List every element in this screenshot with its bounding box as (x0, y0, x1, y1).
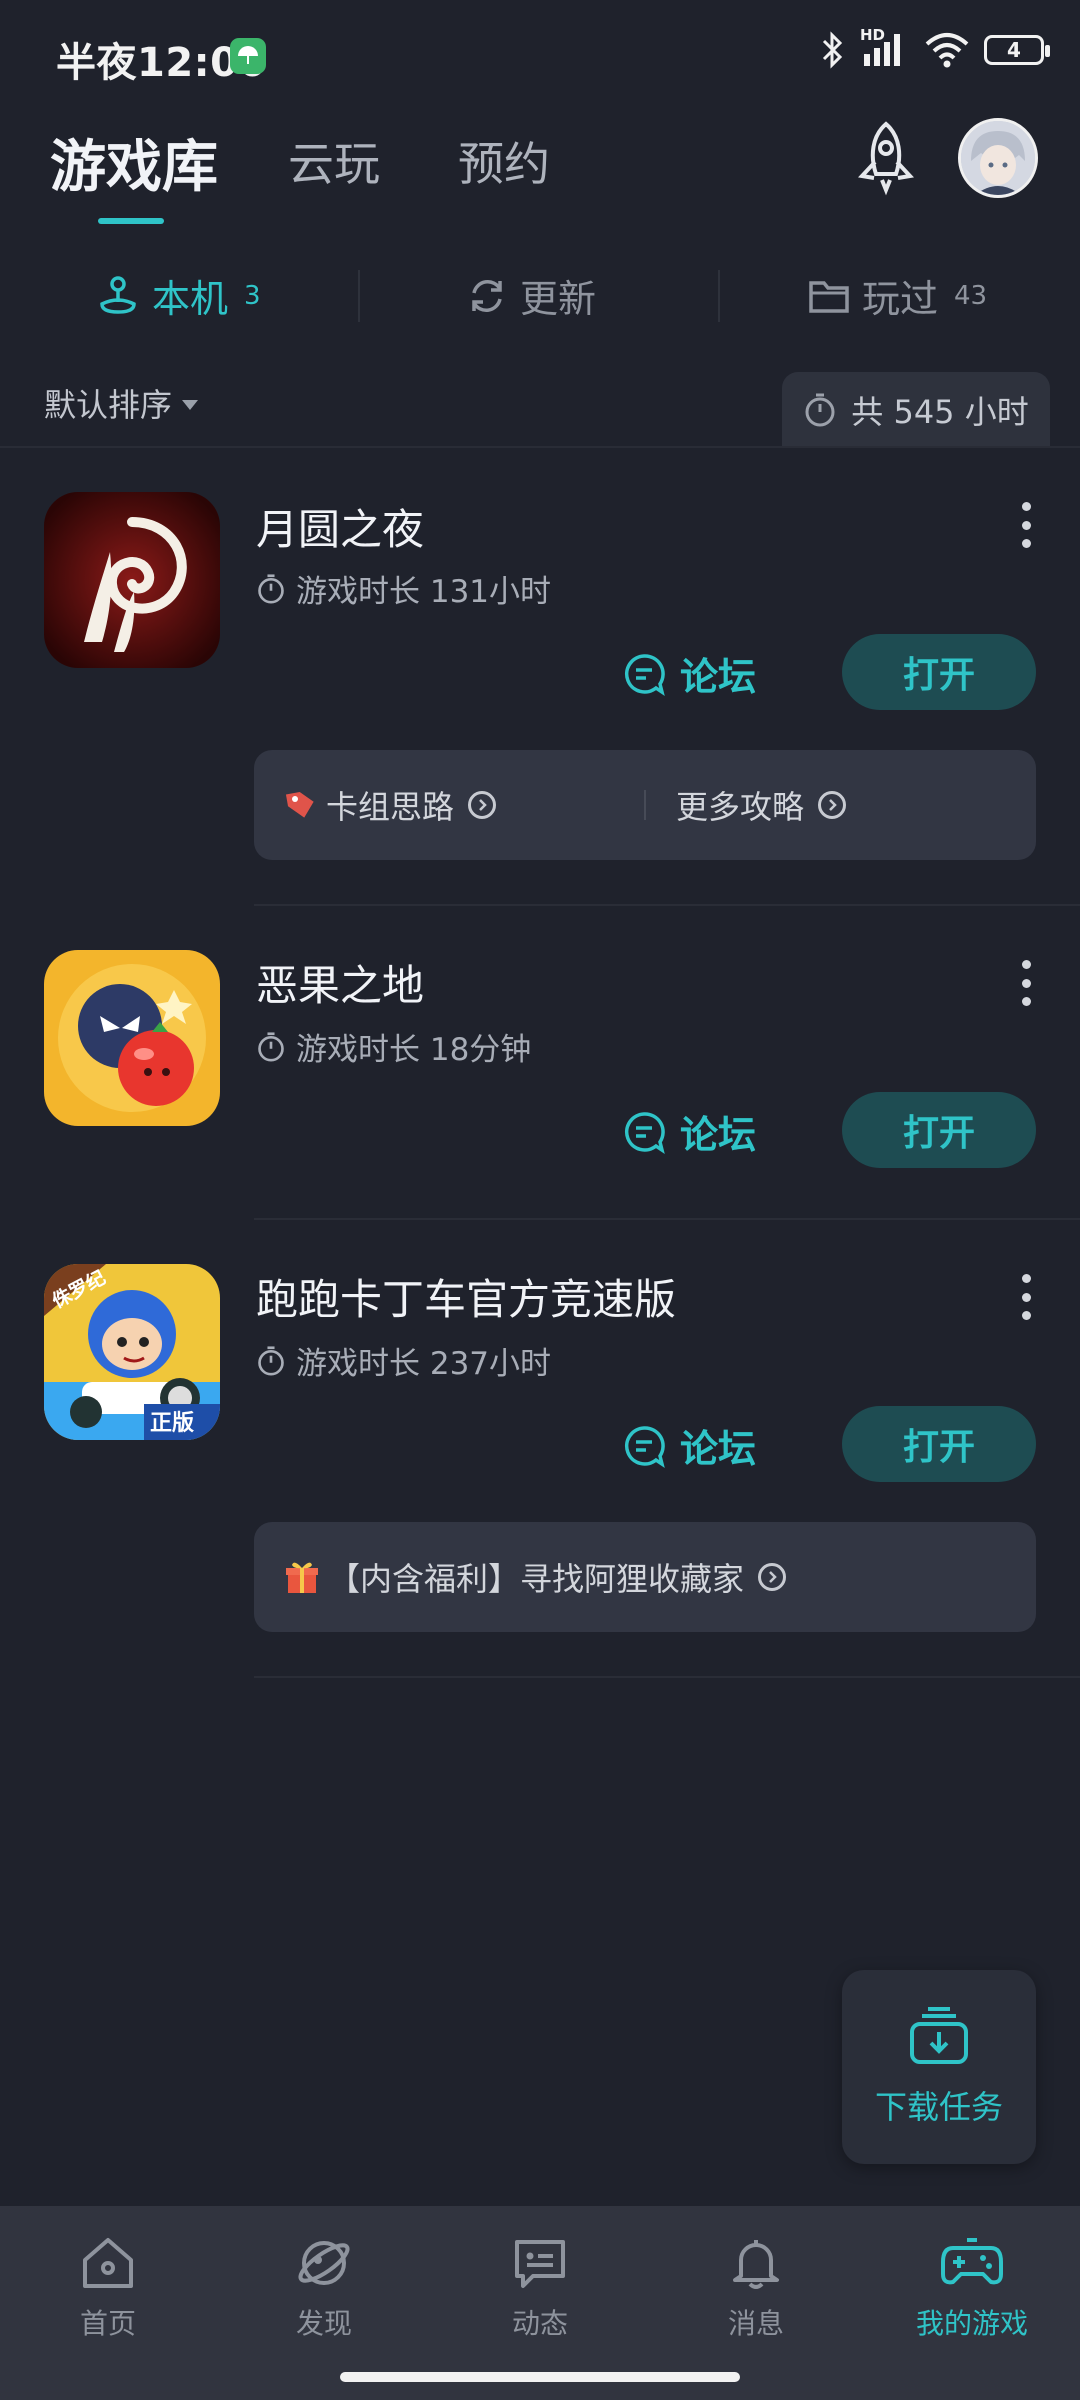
divider (254, 1676, 1080, 1678)
stopwatch-icon (258, 1031, 284, 1062)
joystick-icon (100, 275, 136, 314)
forum-button-label: 论坛 (680, 655, 757, 699)
battery-icon: 4 (984, 35, 1050, 65)
chat-icon (515, 2240, 565, 2288)
stopwatch-icon (805, 393, 835, 427)
subtab-played-label: 玩过 (862, 277, 939, 321)
subtab-local[interactable]: 本机 3 (96, 268, 261, 323)
chevron-right-icon (758, 1563, 787, 1591)
forum-button[interactable]: 论坛 (622, 1418, 756, 1473)
divider (254, 904, 1080, 906)
game-playtime-label: 游戏时长 131小时 (296, 574, 552, 610)
promo-link[interactable]: 【内含福利】寻找阿狸收藏家 (254, 1554, 1036, 1600)
stopwatch-icon (258, 1345, 284, 1376)
forum-button[interactable]: 论坛 (622, 646, 756, 701)
nav-feed-label: 动态 (511, 2307, 568, 2340)
stopwatch-icon (258, 573, 284, 604)
game-playtime: 游戏时长 18分钟 (256, 1024, 531, 1069)
forum-icon (624, 1111, 665, 1154)
open-button[interactable]: 打开 (842, 1406, 1036, 1482)
open-button[interactable]: 打开 (842, 1092, 1036, 1168)
forum-button-label: 论坛 (680, 1113, 757, 1157)
sort-label: 默认排序 (44, 386, 173, 424)
more-options-icon[interactable] (1014, 960, 1038, 1006)
forum-button-label: 论坛 (680, 1427, 757, 1471)
bluetooth-icon (822, 31, 843, 69)
bell-icon (733, 2240, 779, 2289)
folder-icon (809, 280, 849, 313)
signal-icon: HD (860, 26, 910, 70)
subtab-updates-label: 更新 (520, 277, 597, 321)
more-options-icon[interactable] (1014, 1274, 1038, 1320)
tab-game-library[interactable]: 游戏库 (50, 122, 218, 203)
home-icon (83, 2238, 133, 2288)
guide-link-deck-label: 卡组思路 (326, 788, 455, 826)
nav-discover-label: 发现 (295, 2307, 352, 2340)
subtab-played[interactable]: 玩过 43 (808, 268, 987, 323)
refresh-icon (472, 279, 502, 312)
total-playtime-label: 共 545 小时 (851, 393, 1029, 431)
promo-panel[interactable]: 【内含福利】寻找阿狸收藏家 (254, 1522, 1036, 1632)
game-title: 月圆之夜 (256, 505, 425, 554)
game-icon-bad-fruit[interactable] (44, 950, 220, 1126)
nav-my-games[interactable]: 我的游戏 (892, 2234, 1052, 2400)
wifi-icon (925, 33, 969, 68)
gift-icon (286, 1562, 318, 1593)
subtab-divider (358, 270, 360, 322)
sort-dropdown[interactable]: 默认排序 (44, 380, 199, 426)
forum-button[interactable]: 论坛 (622, 1104, 756, 1159)
status-icons: HD 4 (820, 26, 1050, 70)
download-tasks-label: 下载任务 (874, 2088, 1003, 2126)
nav-home[interactable]: 首页 (28, 2234, 188, 2400)
chevron-right-icon (818, 791, 847, 819)
chevron-right-icon (468, 791, 497, 819)
divider (0, 446, 1080, 448)
promo-label: 【内含福利】寻找阿狸收藏家 (328, 1560, 745, 1598)
subtab-updates[interactable]: 更新 (466, 268, 596, 323)
bottom-navigation: 首页 发现 动态 消息 我的游戏 (0, 2206, 1080, 2400)
guide-panel: 卡组思路 更多攻略 (254, 750, 1036, 860)
nav-messages-label: 消息 (727, 2307, 784, 2340)
forum-icon (624, 1425, 665, 1468)
tab-cloud-play[interactable]: 云玩 (288, 128, 380, 194)
guide-link-more-label: 更多攻略 (676, 788, 805, 826)
game-icon-moon-night[interactable] (44, 492, 220, 668)
download-tray-icon (910, 2007, 968, 2064)
game-title: 跑跑卡丁车官方竞速版 (256, 1275, 677, 1324)
divider (254, 1218, 1080, 1220)
user-avatar[interactable] (958, 118, 1038, 198)
caret-down-icon (182, 400, 199, 410)
home-indicator[interactable] (340, 2372, 740, 2382)
game-playtime-label: 游戏时长 237小时 (296, 1346, 552, 1382)
guide-link-deck[interactable]: 卡组思路 (254, 782, 644, 828)
battery-level: 4 (1007, 38, 1021, 62)
game-playtime: 游戏时长 131小时 (256, 566, 551, 611)
active-tab-indicator (98, 218, 164, 224)
more-options-icon[interactable] (1014, 502, 1038, 548)
gamepad-icon (941, 2238, 1003, 2285)
game-title: 恶果之地 (256, 961, 425, 1010)
open-button[interactable]: 打开 (842, 634, 1036, 710)
subtab-played-count: 43 (954, 280, 988, 311)
rocket-icon[interactable] (848, 118, 924, 198)
game-icon-badge-bottom: 正版 (150, 1411, 194, 1436)
tab-reservations[interactable]: 预约 (458, 128, 550, 194)
download-tasks-button[interactable]: 下载任务 (842, 1970, 1036, 2164)
forum-icon (624, 653, 665, 696)
planet-icon (298, 2241, 350, 2285)
subtab-divider (718, 270, 720, 322)
nav-my-games-label: 我的游戏 (915, 2307, 1028, 2340)
game-playtime-label: 游戏时长 18分钟 (296, 1032, 532, 1068)
subtab-local-label: 本机 (152, 277, 229, 321)
bookmark-tag-icon (285, 792, 314, 818)
game-icon-kart-rider[interactable]: 侏罗纪 正版 (44, 1264, 220, 1440)
subtab-local-count: 3 (244, 280, 261, 311)
umbrella-app-icon (230, 38, 266, 74)
total-playtime: 共 545 小时 (782, 372, 1050, 448)
guide-link-more[interactable]: 更多攻略 (646, 782, 1036, 828)
game-playtime: 游戏时长 237小时 (256, 1338, 551, 1383)
nav-home-label: 首页 (79, 2307, 136, 2340)
